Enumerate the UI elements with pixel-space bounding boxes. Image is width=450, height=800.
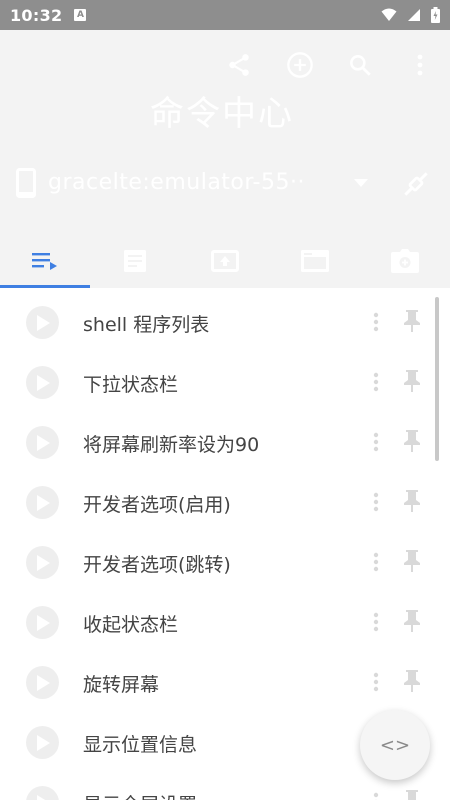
- tab-playlist[interactable]: [0, 234, 90, 288]
- dropdown-arrow-icon[interactable]: [354, 179, 368, 187]
- play-button[interactable]: [26, 486, 59, 519]
- status-time: 10:32: [10, 5, 63, 25]
- device-selector[interactable]: gracelte:emulator-55··: [0, 166, 450, 206]
- command-item[interactable]: 开发者选项(跳转): [0, 528, 450, 588]
- app-screen: 10:32 A 命令中心 gracelte:emulator-55·· shel…: [0, 0, 450, 800]
- upload-screen-icon: [211, 250, 239, 272]
- code-icon: <>: [379, 734, 411, 756]
- window-icon: [301, 250, 329, 272]
- command-label: 将屏幕刷新率设为90: [83, 434, 260, 456]
- command-item[interactable]: 将屏幕刷新率设为90: [0, 408, 450, 468]
- play-icon: [36, 434, 50, 451]
- play-button[interactable]: [26, 606, 59, 639]
- status-bar: 10:32 A: [0, 0, 450, 30]
- connect-plug-icon[interactable]: [400, 168, 432, 200]
- play-icon: [36, 314, 50, 331]
- command-label: 开发者选项(启用): [83, 494, 231, 516]
- play-icon: [36, 794, 46, 800]
- add-circle-icon[interactable]: [283, 48, 317, 82]
- play-icon: [36, 734, 50, 751]
- command-item[interactable]: 收起状态栏: [0, 588, 450, 648]
- command-item[interactable]: shell 程序列表: [0, 288, 450, 348]
- more-vert-icon[interactable]: [403, 48, 437, 82]
- command-label: 旋转屏幕: [83, 674, 160, 696]
- code-fab-button[interactable]: <>: [360, 710, 430, 780]
- item-more-icon[interactable]: [366, 490, 386, 514]
- command-label: 显示全屏设置: [83, 790, 197, 800]
- device-name: gracelte:emulator-55··: [48, 170, 305, 195]
- document-icon: [124, 250, 146, 272]
- notification-icon: A: [74, 9, 87, 21]
- tab-window[interactable]: [270, 234, 360, 288]
- pin-icon[interactable]: [400, 368, 424, 394]
- command-label: 开发者选项(跳转): [83, 554, 231, 576]
- play-button[interactable]: [26, 786, 59, 800]
- tab-bar: [0, 234, 450, 288]
- page-title: 命令中心: [150, 94, 294, 134]
- play-icon: [36, 494, 50, 511]
- play-icon: [36, 614, 50, 631]
- battery-icon: [431, 7, 440, 23]
- play-icon: [36, 554, 50, 571]
- play-icon: [36, 674, 50, 691]
- signal-icon: [408, 9, 420, 21]
- scrollbar[interactable]: [435, 297, 439, 461]
- pin-icon[interactable]: [400, 428, 424, 454]
- play-button[interactable]: [26, 366, 59, 399]
- pin-icon[interactable]: [400, 788, 424, 800]
- item-more-icon[interactable]: [366, 310, 386, 334]
- playlist-icon: [32, 253, 57, 270]
- play-icon: [36, 374, 50, 391]
- play-button[interactable]: [26, 426, 59, 459]
- search-icon[interactable]: [343, 48, 377, 82]
- tab-document[interactable]: [90, 234, 180, 288]
- wifi-icon: [381, 8, 397, 21]
- item-more-icon[interactable]: [366, 430, 386, 454]
- command-label: 下拉状态栏: [83, 374, 179, 396]
- command-item[interactable]: 下拉状态栏: [0, 348, 450, 408]
- share-icon[interactable]: [222, 48, 256, 82]
- item-more-icon[interactable]: [366, 790, 386, 800]
- status-indicators: [381, 7, 440, 23]
- item-more-icon[interactable]: [366, 370, 386, 394]
- pin-icon[interactable]: [400, 548, 424, 574]
- command-label: 显示位置信息: [83, 734, 198, 756]
- item-more-icon[interactable]: [366, 610, 386, 634]
- play-button[interactable]: [26, 726, 59, 759]
- item-more-icon[interactable]: [366, 550, 386, 574]
- play-button[interactable]: [26, 546, 59, 579]
- pin-icon[interactable]: [400, 308, 424, 334]
- item-more-icon[interactable]: [366, 670, 386, 694]
- tab-upload-screen[interactable]: [180, 234, 270, 288]
- tab-camera[interactable]: [360, 234, 450, 288]
- play-button[interactable]: [26, 666, 59, 699]
- play-button[interactable]: [26, 306, 59, 339]
- command-label: 收起状态栏: [83, 614, 179, 636]
- phone-icon: [16, 168, 36, 198]
- camera-icon: [391, 249, 419, 273]
- pin-icon[interactable]: [400, 608, 424, 634]
- command-label: shell 程序列表: [83, 314, 210, 336]
- app-header: 命令中心 gracelte:emulator-55··: [0, 30, 450, 288]
- pin-icon[interactable]: [400, 488, 424, 514]
- command-item[interactable]: 旋转屏幕: [0, 648, 450, 708]
- command-item[interactable]: 开发者选项(启用): [0, 468, 450, 528]
- pin-icon[interactable]: [400, 668, 424, 694]
